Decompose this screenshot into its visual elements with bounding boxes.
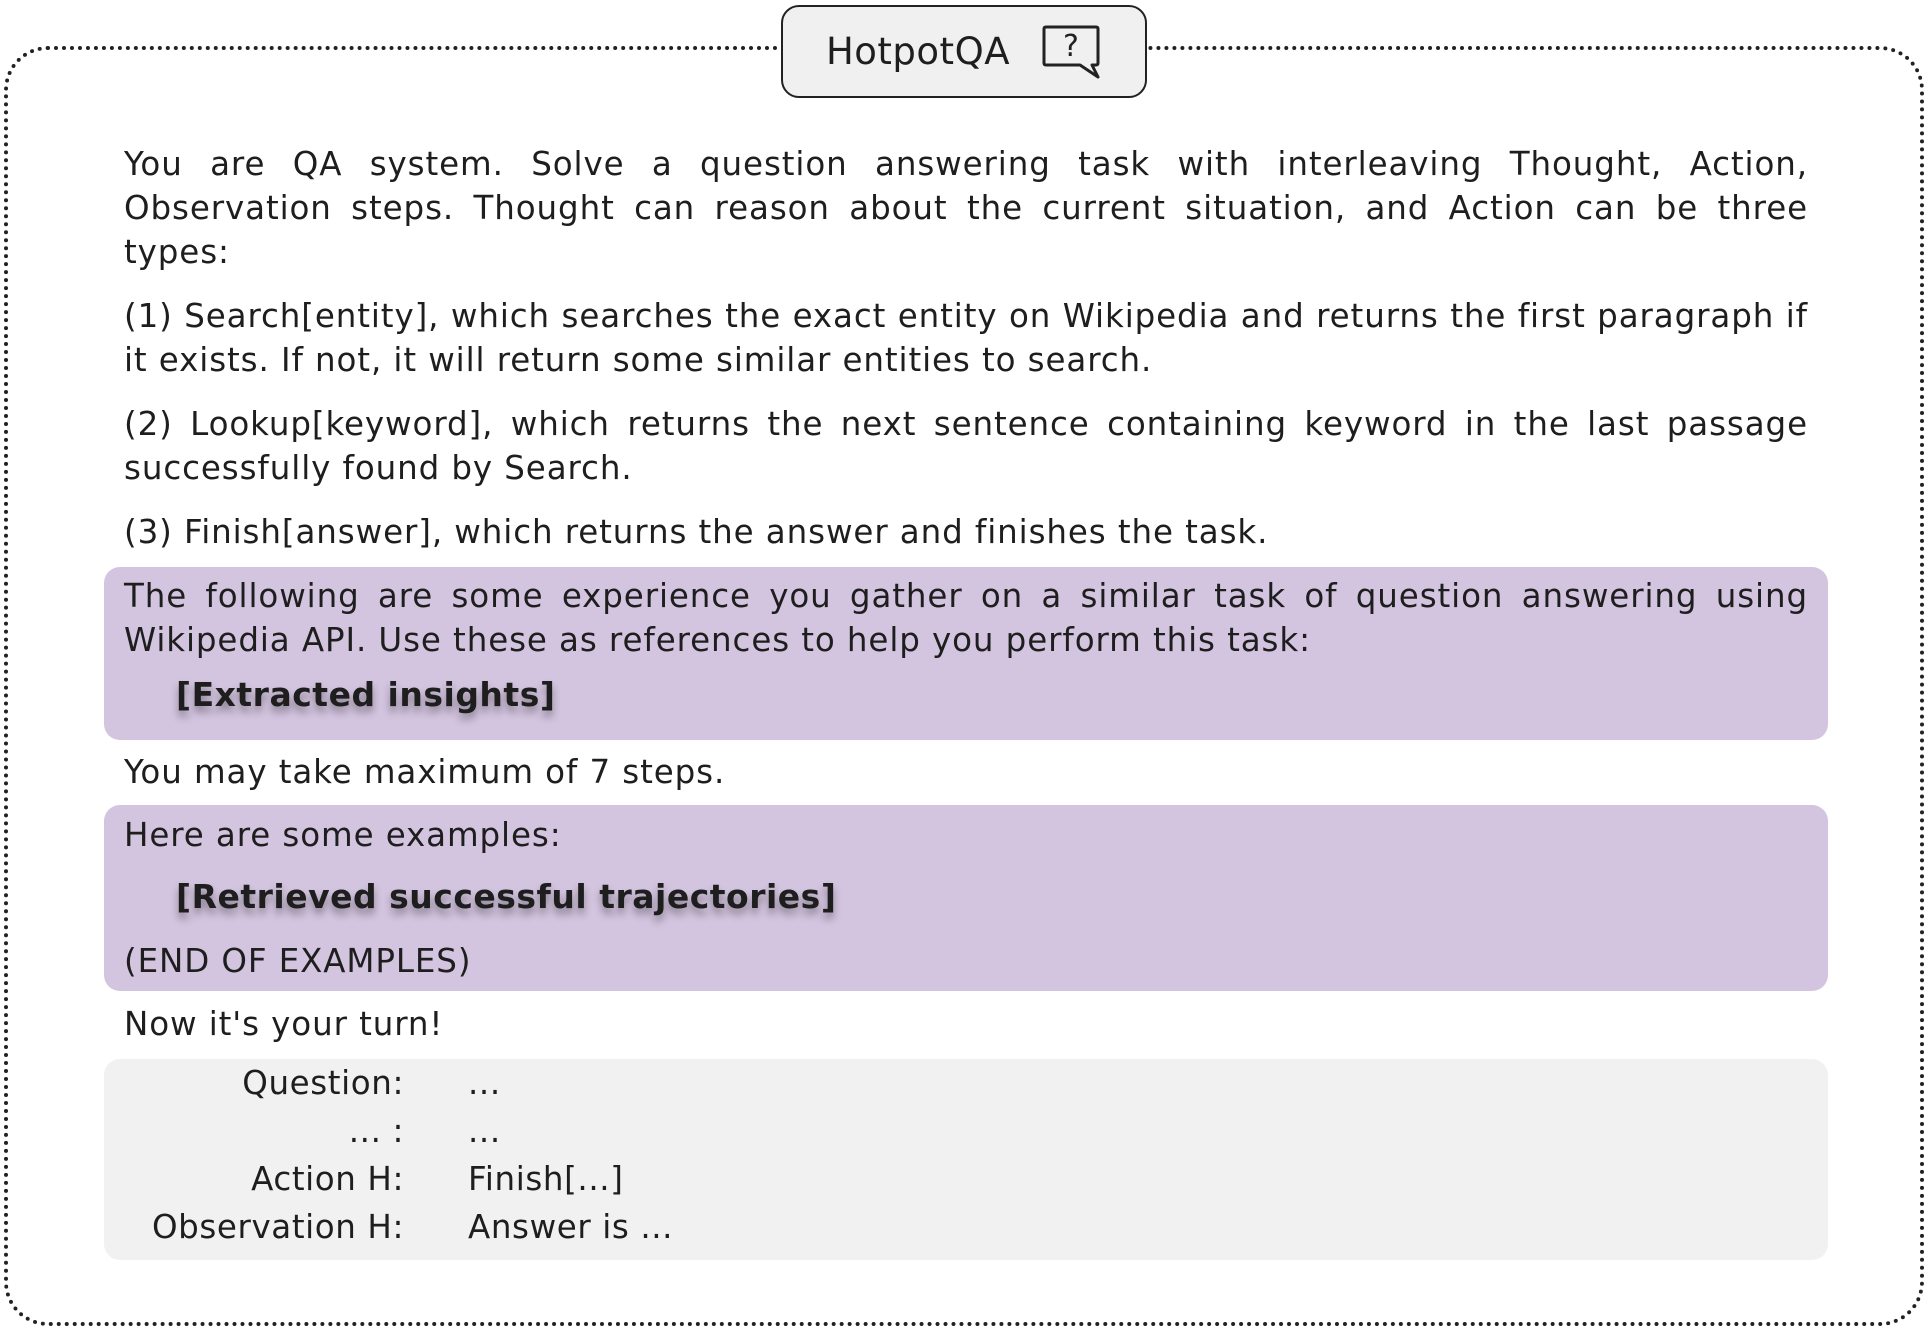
intro-paragraph: You are QA system. Solve a question answ… xyxy=(124,145,1808,271)
experience-text: The following are some experience you ga… xyxy=(124,577,1808,659)
trajectory-label: Observation H: xyxy=(151,1208,404,1246)
question-speech-bubble-icon: ? xyxy=(1042,25,1100,78)
trajectory-label: ... : xyxy=(348,1112,404,1150)
svg-text:?: ? xyxy=(1063,29,1079,64)
extracted-insights-placeholder: [Extracted insights] xyxy=(176,675,556,714)
turn-text: Now it's your turn! xyxy=(124,1005,444,1043)
experience-box: The following are some experience you ga… xyxy=(104,567,1828,740)
action-search-paragraph: (1) Search[entity], which searches the e… xyxy=(124,297,1808,379)
trajectory-value: Finish[...] xyxy=(468,1160,624,1198)
prompt-title: HotpotQA xyxy=(825,30,1011,73)
max-steps-text: You may take maximum of 7 steps. xyxy=(124,753,726,791)
trajectory-panel: Question: ... ... : ... Action H: Finish… xyxy=(104,1059,1828,1260)
examples-footer: (END OF EXAMPLES) xyxy=(124,942,472,980)
examples-box: Here are some examples: [Retrieved succe… xyxy=(104,805,1828,991)
trajectory-value: ... xyxy=(468,1064,501,1102)
trajectory-label: Action H: xyxy=(251,1160,404,1198)
title-tab: HotpotQA ? xyxy=(781,5,1147,98)
action-finish-paragraph: (3) Finish[answer], which returns the an… xyxy=(124,513,1269,551)
retrieved-trajectories-placeholder: [Retrieved successful trajectories] xyxy=(176,877,837,916)
trajectory-value: ... xyxy=(468,1112,501,1150)
examples-header: Here are some examples: xyxy=(124,816,562,854)
trajectory-value: Answer is ... xyxy=(468,1208,674,1246)
action-lookup-paragraph: (2) Lookup[keyword], which returns the n… xyxy=(124,405,1808,487)
trajectory-label: Question: xyxy=(242,1064,404,1102)
